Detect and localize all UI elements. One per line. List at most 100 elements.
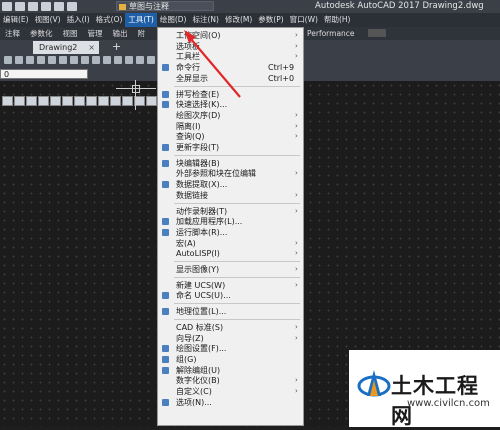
ribbon-tab-parametric[interactable]: 参数化 (25, 27, 58, 40)
tools-menu-item[interactable]: 隔离(I) › (158, 121, 303, 132)
viewport-snap-icon[interactable] (62, 96, 73, 106)
tools-menu-item[interactable]: 地理位置(L)... (158, 306, 303, 317)
tools-menu-item[interactable]: 块编辑器(B) (158, 158, 303, 169)
properties-icon[interactable] (136, 56, 144, 64)
tools-menu-item[interactable]: 绘图次序(D) › (158, 110, 303, 121)
viewport-select-icon[interactable] (146, 96, 157, 106)
redo-icon[interactable] (54, 2, 64, 11)
menu-item-label: 动作录制器(T) (176, 206, 228, 216)
viewport-extents-icon[interactable] (38, 96, 49, 106)
menu-item-label: 宏(A) (176, 238, 196, 248)
tools-menu-item[interactable]: AutoLISP(I) › (158, 248, 303, 259)
new-icon[interactable] (4, 56, 12, 64)
copy-icon[interactable] (37, 56, 45, 64)
ribbon-toggle-button[interactable] (368, 29, 386, 37)
menu-item-label: 拼写检查(E) (176, 89, 220, 99)
tools-menu-item[interactable]: 全屏显示 Ctrl+0 (158, 73, 303, 84)
save-icon[interactable] (2, 2, 12, 11)
tools-menu-item[interactable]: 选项(N)... (158, 397, 303, 408)
tools-menu-item[interactable]: 运行脚本(R)... (158, 227, 303, 238)
tools-menu-item[interactable]: 选项板 › (158, 41, 303, 52)
menu-item[interactable]: 编辑(E) (0, 13, 32, 27)
tools-menu-item[interactable]: CAD 标准(S) › (158, 322, 303, 333)
cut-icon[interactable] (26, 56, 34, 64)
save-as-icon[interactable] (15, 2, 25, 11)
tools-menu-item[interactable]: 绘图设置(F)... (158, 343, 303, 354)
menu-item[interactable]: 帮助(H) (321, 13, 354, 27)
viewport-minimize-icon[interactable] (2, 96, 13, 106)
tools-menu-item[interactable]: 组(G) (158, 354, 303, 365)
zoom-window-icon[interactable] (114, 56, 122, 64)
viewport-polar-icon[interactable] (86, 96, 97, 106)
ribbon-tab-addins[interactable]: 附 (133, 27, 151, 40)
tools-menu-item[interactable]: 动作录制器(T) › (158, 206, 303, 217)
open-icon[interactable] (15, 56, 23, 64)
tools-menu-item[interactable]: 数据提取(X)... (158, 179, 303, 190)
zoom-previous-icon[interactable] (125, 56, 133, 64)
viewport-osnap-icon[interactable] (98, 96, 109, 106)
menu-item[interactable]: 修改(M) (222, 13, 255, 27)
paste-icon[interactable] (48, 56, 56, 64)
tools-menu-item[interactable]: 拼写检查(E) (158, 89, 303, 100)
ribbon-tab-annotate[interactable]: 注释 (0, 27, 25, 40)
tab-drawing2[interactable]: Drawing2 × (33, 41, 99, 54)
tools-menu-item[interactable]: 自定义(C) › (158, 386, 303, 397)
menu-item[interactable]: 插入(I) (64, 13, 93, 27)
ribbon-tab-performance[interactable]: Performance (302, 27, 360, 40)
viewport-otrack-icon[interactable] (110, 96, 121, 106)
tools-menu-item[interactable]: 加载应用程序(L)... (158, 216, 303, 227)
pan-icon[interactable] (92, 56, 100, 64)
tools-menu-item[interactable]: 查询(Q) › (158, 131, 303, 142)
layers-icon[interactable] (147, 56, 155, 64)
tools-menu-item[interactable]: 命名 UCS(U)... (158, 290, 303, 301)
menu-item[interactable]: 窗口(W) (287, 13, 321, 27)
menu-item-label: 工作空间(O) (176, 31, 221, 40)
viewport-style-icon[interactable] (26, 96, 37, 106)
undo-icon[interactable] (41, 2, 51, 11)
tools-menu-item[interactable]: 宏(A) › (158, 238, 303, 249)
tools-menu-item[interactable]: 解除编组(U) (158, 365, 303, 376)
submenu-arrow-icon: › (295, 238, 298, 247)
named-ucs-icon (162, 292, 169, 300)
tools-menu-item[interactable]: 工作空间(O) › (158, 30, 303, 41)
tools-menu-item[interactable]: 命令行 Ctrl+9 (158, 62, 303, 73)
crosshair-pickbox (132, 85, 140, 93)
menu-item[interactable]: 标注(N) (190, 13, 222, 27)
close-icon[interactable]: × (88, 41, 95, 54)
tools-menu-item[interactable]: 快速选择(K)... (158, 99, 303, 110)
menu-item[interactable]: 绘图(D) (157, 13, 190, 27)
tools-menu-item[interactable]: 向导(Z) › (158, 333, 303, 344)
zoom-icon[interactable] (103, 56, 111, 64)
tools-menu-item[interactable]: 数据链接 › (158, 190, 303, 201)
tools-menu-item[interactable]: 外部参照和块在位编辑 › (158, 168, 303, 179)
ribbon-tab-view[interactable]: 视图 (58, 27, 83, 40)
tools-menu-item[interactable]: 新建 UCS(W) › (158, 280, 303, 291)
menu-item-label: 显示图像(Y) (176, 265, 220, 274)
new-tab-icon[interactable]: + (112, 40, 121, 53)
undo-icon[interactable] (70, 56, 78, 64)
redo-icon[interactable] (81, 56, 89, 64)
tools-menu-item[interactable]: 数字化仪(B) › (158, 375, 303, 386)
viewport-ortho-icon[interactable] (74, 96, 85, 106)
tools-menu-item[interactable]: 工具栏 › (158, 51, 303, 62)
viewport-lineweight-icon[interactable] (122, 96, 133, 106)
print-icon[interactable] (28, 2, 38, 11)
match-properties-icon[interactable] (59, 56, 67, 64)
plot-icon[interactable] (67, 2, 77, 11)
menu-item[interactable]: 工具(T) (125, 13, 157, 27)
ungroup-icon (162, 366, 169, 374)
viewport-grid-icon[interactable] (50, 96, 61, 106)
tools-menu-item[interactable]: 显示图像(Y) › (158, 264, 303, 275)
menu-item-label: 选项板 (176, 41, 200, 51)
menu-item[interactable]: 视图(V) (32, 13, 64, 27)
menu-item[interactable]: 格式(O) (93, 13, 126, 27)
ribbon-tab-manage[interactable]: 管理 (83, 27, 108, 40)
ribbon-tab-output[interactable]: 输出 (108, 27, 133, 40)
menu-item[interactable]: 参数(P) (255, 13, 286, 27)
menu-item-label: 选项(N)... (176, 397, 212, 407)
viewport-view-icon[interactable] (14, 96, 25, 106)
layer-combo[interactable]: 0 (0, 69, 88, 79)
watermark-logo-icon (357, 370, 391, 397)
workspace-switcher[interactable]: 草图与注释 (116, 1, 214, 11)
tools-menu-item[interactable]: 更新字段(T) (158, 142, 303, 153)
